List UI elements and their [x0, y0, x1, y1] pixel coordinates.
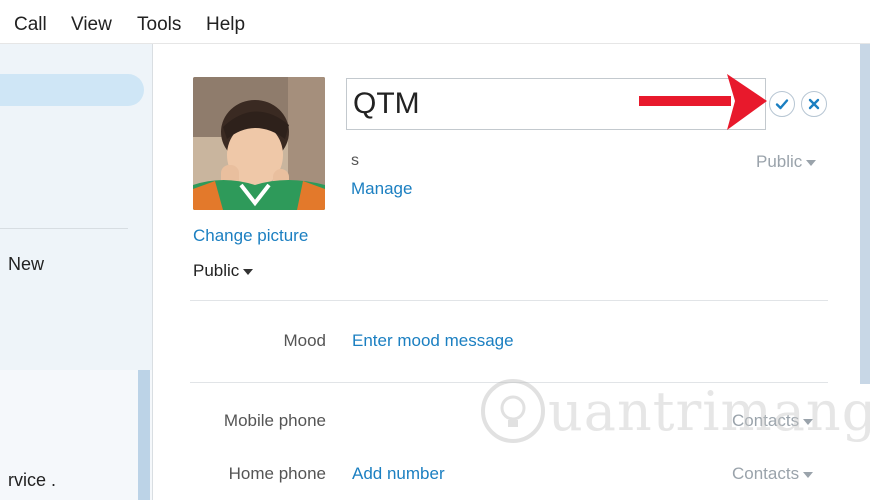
sidebar-divider: [0, 228, 128, 229]
watermark-logo: uantrimang: [478, 376, 870, 451]
sidebar-item-service[interactable]: rvice .: [8, 470, 56, 491]
picture-privacy-dropdown[interactable]: Public: [193, 261, 254, 281]
pane-divider: [152, 44, 153, 500]
chevron-down-icon: [803, 471, 814, 478]
chevron-down-icon: [243, 268, 254, 275]
left-sidebar: New rvice .: [0, 44, 152, 500]
cancel-name-button[interactable]: [801, 91, 827, 117]
sidebar-search-pill[interactable]: [0, 74, 144, 106]
main-scrollbar[interactable]: [860, 44, 870, 384]
sidebar-scrollbar[interactable]: [138, 370, 150, 500]
check-icon: [775, 99, 789, 110]
picture-privacy-label: Public: [193, 261, 240, 280]
skype-name-text: s: [351, 152, 359, 169]
confirm-name-button[interactable]: [769, 91, 795, 117]
profile-picture[interactable]: [193, 77, 325, 210]
chevron-down-icon: [806, 159, 817, 166]
mood-message-link[interactable]: Enter mood message: [352, 331, 514, 351]
mobile-phone-label: Mobile phone: [223, 411, 326, 430]
close-icon: [808, 98, 820, 110]
home-privacy-dropdown[interactable]: Contacts: [732, 464, 814, 484]
name-privacy-label: Public: [756, 152, 803, 171]
menu-bar: Call View Tools Help: [0, 0, 870, 44]
menu-call[interactable]: Call: [14, 14, 47, 36]
menu-view[interactable]: View: [71, 14, 112, 36]
menu-help[interactable]: Help: [206, 14, 245, 36]
change-picture-link[interactable]: Change picture: [193, 226, 308, 246]
mood-label: Mood: [283, 331, 326, 350]
menu-tools[interactable]: Tools: [137, 14, 181, 36]
home-phone-label: Home phone: [228, 464, 326, 483]
watermark-text: uantrimang: [548, 380, 870, 443]
sidebar-item-new[interactable]: New: [8, 254, 44, 275]
annotation-arrow-icon: [639, 74, 767, 130]
section-divider: [190, 300, 828, 301]
home-privacy-label: Contacts: [732, 464, 800, 483]
add-number-link[interactable]: Add number: [352, 464, 445, 484]
lightbulb-icon: [481, 379, 545, 443]
manage-link[interactable]: Manage: [351, 179, 412, 199]
name-privacy-dropdown[interactable]: Public: [756, 152, 817, 172]
